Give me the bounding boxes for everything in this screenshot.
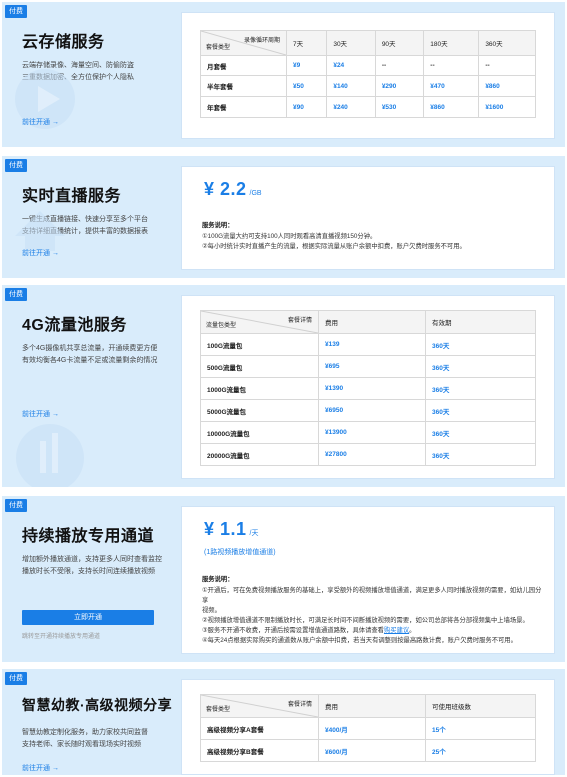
channel-title: 持续播放专用通道: [22, 528, 155, 545]
table-row: 10000G流量包 ¥13900 360天: [200, 421, 536, 444]
column-header: 7天: [285, 30, 328, 56]
edu-info: 智慧幼教·高级视频分享 智慧幼教定制化服务，助力家校共同监督 支持老师、家长随时…: [2, 669, 178, 775]
table-row: 月套餐 ¥9 ¥24 -- -- --: [200, 55, 536, 76]
pool-title: 4G流量池服务: [22, 317, 127, 334]
storage-info: 云存储服务 云端存储录像、海量空间、防偷防盗 三重数据加密、全方位保护个人隐私 …: [2, 2, 178, 147]
storage-open-link[interactable]: 前往开通 →: [22, 117, 59, 127]
pool-price-panel: 套餐详情 流量包类型 费用 有效期 100G流量包 ¥139 360天 500G流量…: [181, 295, 555, 479]
live-open-link[interactable]: 前往开通 →: [22, 248, 59, 258]
live-price-panel: ¥ 2.2/GB 服务说明： ①100G流量大约可支持100人同时观看高清直播视…: [181, 166, 555, 270]
channel-desc: 增加额外播放通道，支持更多人同时查看监控 播放时长不受限，支持长时间连续播放视频: [22, 556, 162, 575]
table-corner: 录像循环周期 套餐类型: [200, 30, 287, 56]
edu-price-panel: 套餐详情 套餐类型 费用 可使用班级数 高级视频分享A套餐 ¥400/月 15个 高…: [181, 679, 555, 775]
channel-price-panel: ¥ 1.1/天 (1路视频播放增值通道) 服务说明： ①开通后，可在免费视频播放…: [181, 506, 555, 654]
purchase-advice-link[interactable]: 购买建议: [384, 627, 409, 634]
signal-icon: [16, 424, 84, 487]
live-price: ¥ 2.2/GB: [204, 179, 262, 199]
pool-price-table: 套餐详情 流量包类型 费用 有效期 100G流量包 ¥139 360天 500G流量…: [200, 310, 536, 466]
live-notes: 服务说明： ①100G流量大约可支持100人同时观看高清直播视频150分钟。 ②…: [202, 222, 466, 250]
edu-price-table: 套餐详情 套餐类型 费用 可使用班级数 高级视频分享A套餐 ¥400/月 15个 高…: [200, 694, 536, 762]
live-info: 实时直播服务 一键生成直播链接、快速分享至多个平台 支持详细直播统计，提供丰富的…: [2, 156, 178, 278]
storage-price-panel: 录像循环周期 套餐类型 7天 30天 90天 180天 360天 月套餐 ¥9 …: [181, 12, 555, 139]
table-corner: 套餐详情 套餐类型: [200, 694, 319, 718]
table-row: 年套餐 ¥90 ¥240 ¥530 ¥860 ¥1600: [200, 96, 536, 118]
channel-service-card: 付费 持续播放专用通道 增加额外播放通道，支持更多人同时查看监控 播放时长不受限…: [2, 496, 565, 662]
pool-service-card: 付费 4G流量池服务 多个4G摄像机共享总流量，开通续费更方便 有效均衡各4G卡…: [2, 285, 565, 487]
edu-desc: 智慧幼教定制化服务，助力家校共同监督 支持老师、家长随时观看现场实时视频: [22, 729, 148, 748]
storage-service-card: 付费 云存储服务 云端存储录像、海量空间、防偷防盗 三重数据加密、全方位保护个人…: [2, 2, 565, 147]
table-row: 高级视频分享B套餐 ¥600/月 25个: [200, 739, 536, 762]
column-header: 30天: [326, 30, 376, 56]
table-row: 半年套餐 ¥50 ¥140 ¥290 ¥470 ¥860: [200, 75, 536, 97]
column-header: 费用: [318, 694, 426, 718]
column-header: 360天: [478, 30, 536, 56]
channel-info: 持续播放专用通道 增加额外播放通道，支持更多人同时查看监控 播放时长不受限，支持…: [2, 496, 178, 662]
open-now-button[interactable]: 立即开通: [22, 610, 154, 625]
channel-notes: 服务说明： ①开通后，可在免费视频播放服务的基础上，享受额外的视频播放增值通道，…: [202, 576, 542, 644]
table-row: 高级视频分享A套餐 ¥400/月 15个: [200, 717, 536, 740]
edu-open-link[interactable]: 前往开通 →: [22, 763, 59, 773]
table-row: 5000G流量包 ¥6950 360天: [200, 399, 536, 422]
table-corner: 套餐详情 流量包类型: [200, 310, 319, 334]
live-service-card: 付费 实时直播服务 一键生成直播链接、快速分享至多个平台 支持详细直播统计，提供…: [2, 156, 565, 278]
pool-desc: 多个4G摄像机共享总流量，开通续费更方便 有效均衡各4G卡流量不足或流量剩余的情…: [22, 345, 158, 364]
table-row: 1000G流量包 ¥1390 360天: [200, 377, 536, 400]
pool-info: 4G流量池服务 多个4G摄像机共享总流量，开通续费更方便 有效均衡各4G卡流量不…: [2, 285, 178, 487]
open-hint: 跳转至开通持续播放专用通道: [22, 634, 101, 640]
column-header: 90天: [374, 30, 425, 56]
table-row: 500G流量包 ¥695 360天: [200, 355, 536, 378]
table-row: 100G流量包 ¥139 360天: [200, 333, 536, 356]
column-header: 费用: [318, 310, 426, 334]
channel-sub-label: (1路视频播放增值通道): [204, 549, 276, 556]
column-header: 可使用班级数: [425, 694, 536, 718]
edu-service-card: 付费 智慧幼教·高级视频分享 智慧幼教定制化服务，助力家校共同监督 支持老师、家…: [2, 669, 565, 775]
share-icon: [15, 211, 65, 251]
column-header: 180天: [423, 30, 480, 56]
table-row: 20000G流量包 ¥27800 360天: [200, 443, 536, 466]
storage-price-table: 录像循环周期 套餐类型 7天 30天 90天 180天 360天 月套餐 ¥9 …: [200, 30, 536, 118]
channel-price: ¥ 1.1/天: [204, 519, 259, 539]
column-header: 有效期: [425, 310, 536, 334]
edu-title: 智慧幼教·高级视频分享: [22, 697, 173, 713]
storage-title: 云存储服务: [22, 34, 105, 51]
